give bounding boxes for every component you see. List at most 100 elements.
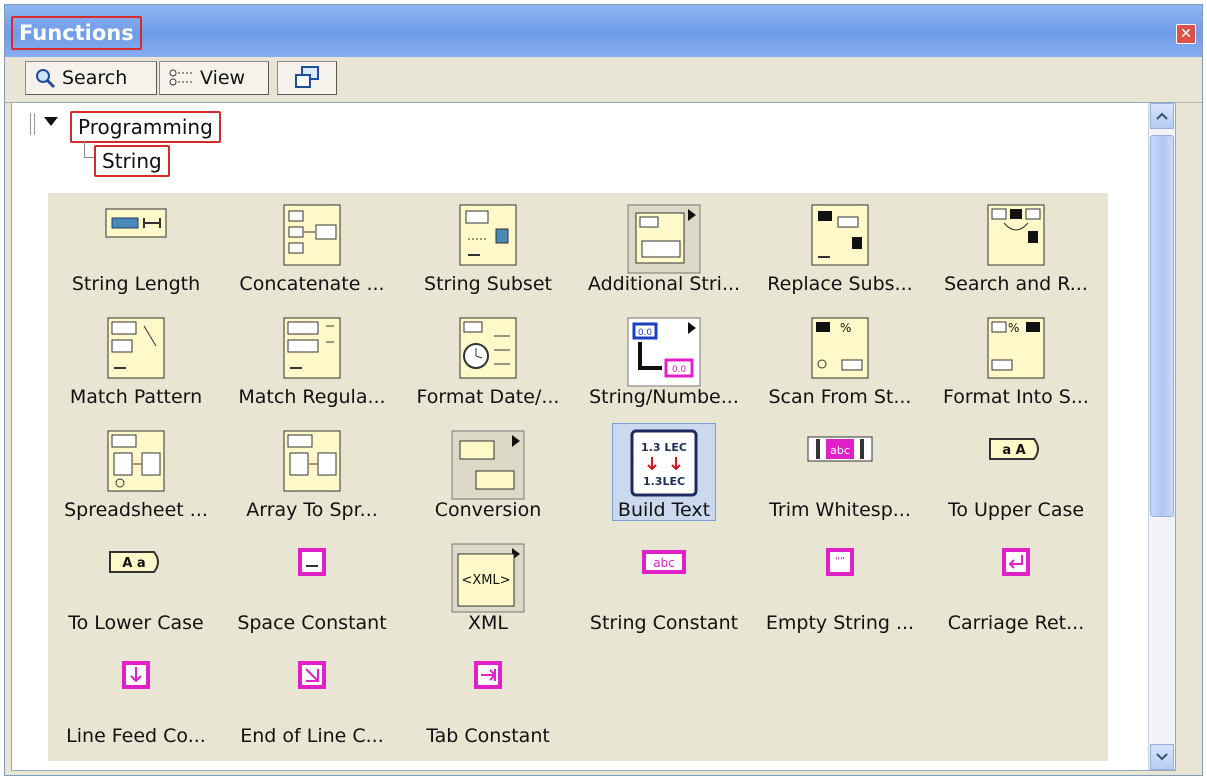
window-title: Functions	[11, 16, 142, 50]
palette-item-empty-string[interactable]: “” Empty String ...	[752, 532, 928, 645]
item-label: Build Text	[617, 499, 711, 521]
end-of-line-icon	[298, 661, 326, 689]
number-text: 0.0	[672, 365, 687, 375]
palette-content: Programming String String Length Concate…	[11, 102, 1176, 771]
empty-string-icon: “”	[826, 548, 854, 576]
string-subset-icon	[459, 204, 517, 266]
xml-icon: <XML>	[451, 543, 525, 613]
item-label: Match Pattern	[69, 386, 203, 408]
palette-item-search-replace[interactable]: Search and R...	[928, 193, 1104, 306]
palette-item-format-into-string[interactable]: % Format Into S...	[928, 306, 1104, 419]
item-label: To Lower Case	[68, 612, 204, 634]
build-text-top: 1.3 LEC	[641, 441, 687, 454]
palette-item-line-feed[interactable]: Line Feed Co...	[48, 645, 224, 758]
item-label: Empty String ...	[765, 612, 915, 634]
item-label: Tab Constant	[426, 725, 550, 747]
abc-text: abc	[653, 556, 675, 570]
palette-item-scan-string[interactable]: % Scan From St...	[752, 306, 928, 419]
item-label: Search and R...	[944, 273, 1088, 295]
concatenate-icon	[283, 204, 341, 266]
item-label: Conversion	[434, 499, 542, 521]
palette-item-additional-string[interactable]: Additional Stri...	[576, 193, 752, 306]
item-label: Match Regula...	[238, 386, 386, 408]
palette-item-space-constant[interactable]: Space Constant	[224, 532, 400, 645]
palette-item-match-regex[interactable]: Match Regula...	[224, 306, 400, 419]
palette-item-to-upper-case[interactable]: a A To Upper Case	[928, 419, 1104, 532]
palette-item-string-constant[interactable]: abc String Constant	[576, 532, 752, 645]
window-pin-icon	[295, 66, 319, 88]
palette-item-tab-constant[interactable]: Tab Constant	[400, 645, 576, 758]
palette-item-string-length[interactable]: String Length	[48, 193, 224, 306]
scroll-down-button[interactable]	[1150, 744, 1174, 770]
build-text-bottom: 1.3LEC	[643, 475, 685, 488]
palette-item-string-subset[interactable]: String Subset	[400, 193, 576, 306]
view-button[interactable]: View	[159, 61, 269, 95]
tree-item-string[interactable]: String	[94, 145, 170, 177]
string-number-icon: 0.0 0.0	[627, 317, 701, 387]
format-date-icon	[459, 317, 517, 379]
scan-string-icon: %	[811, 317, 869, 379]
item-label: String Length	[71, 273, 201, 295]
palette-item-conversion[interactable]: Conversion	[400, 419, 576, 532]
additional-string-icon	[627, 204, 701, 274]
view-label: View	[200, 67, 246, 89]
xml-text: <XML>	[461, 573, 510, 588]
item-label: Format Date/...	[416, 386, 560, 408]
lower-text: A a	[122, 556, 145, 571]
item-label: Replace Subs...	[767, 273, 913, 295]
palette-item-match-pattern[interactable]: Match Pattern	[48, 306, 224, 419]
palette-item-format-date[interactable]: Format Date/...	[400, 306, 576, 419]
item-label: Space Constant	[237, 612, 387, 634]
svg-text:“”: “”	[835, 556, 845, 567]
collapse-arrow-icon[interactable]	[44, 117, 58, 126]
search-button[interactable]: Search	[25, 61, 157, 95]
lower-case-icon: A a	[109, 551, 159, 573]
vertical-scrollbar[interactable]	[1148, 103, 1175, 770]
palette-item-xml[interactable]: <XML> XML	[400, 532, 576, 645]
title-bar[interactable]: Functions ✕	[5, 5, 1202, 57]
item-label: Scan From St...	[768, 386, 912, 408]
palette-item-to-lower-case[interactable]: A a To Lower Case	[48, 532, 224, 645]
functions-palette-window: Functions ✕ Search View Programming Stri…	[4, 4, 1203, 776]
pin-palette-button[interactable]	[277, 61, 337, 95]
match-regex-icon	[283, 317, 341, 379]
svg-text:%: %	[1008, 321, 1019, 335]
item-label: Line Feed Co...	[66, 725, 206, 747]
item-label: Array To Spr...	[246, 499, 378, 521]
palette-item-build-text[interactable]: 1.3 LEC 1.3LEC Build Text	[576, 419, 752, 532]
item-label: String Constant	[589, 612, 739, 634]
trim-whitespace-icon: abc	[807, 436, 873, 462]
item-label: To Upper Case	[947, 499, 1085, 521]
item-label: End of Line C...	[240, 725, 384, 747]
tree-item-programming[interactable]: Programming	[70, 111, 221, 143]
palette-item-end-of-line[interactable]: End of Line C...	[224, 645, 400, 758]
string-length-icon	[105, 208, 167, 238]
abc-text: abc	[830, 444, 850, 457]
palette-item-trim-whitespace[interactable]: abc Trim Whitesp...	[752, 419, 928, 532]
item-label: Trim Whitesp...	[769, 499, 911, 521]
palette-item-spreadsheet[interactable]: Spreadsheet ...	[48, 419, 224, 532]
chevron-down-icon	[1156, 753, 1168, 761]
build-text-icon: 1.3 LEC 1.3LEC	[630, 429, 698, 497]
item-label: String Subset	[424, 273, 552, 295]
item-label: XML	[468, 612, 508, 634]
scroll-up-button[interactable]	[1150, 103, 1174, 129]
palette-item-string-number[interactable]: 0.0 0.0 String/Numbe...	[576, 306, 752, 419]
palette-item-array-to-spreadsheet[interactable]: Array To Spr...	[224, 419, 400, 532]
string-constant-icon: abc	[642, 550, 686, 574]
number-text: 0.0	[638, 328, 653, 338]
string-functions-grid: String Length Concatenate ... String Sub…	[48, 193, 1108, 761]
scroll-thumb[interactable]	[1150, 135, 1174, 517]
palette-item-carriage-return[interactable]: Carriage Ret...	[928, 532, 1104, 645]
search-replace-icon	[987, 204, 1045, 266]
close-icon[interactable]: ✕	[1176, 24, 1196, 44]
item-label: Format Into S...	[943, 386, 1089, 408]
space-constant-icon	[298, 548, 326, 576]
match-pattern-icon	[107, 317, 165, 379]
upper-text: a A	[1002, 443, 1025, 458]
palette-item-concatenate[interactable]: Concatenate ...	[224, 193, 400, 306]
item-label: Carriage Ret...	[947, 612, 1085, 634]
tab-constant-icon	[474, 661, 502, 689]
palette-item-replace-substring[interactable]: Replace Subs...	[752, 193, 928, 306]
format-into-string-icon: %	[987, 317, 1045, 379]
